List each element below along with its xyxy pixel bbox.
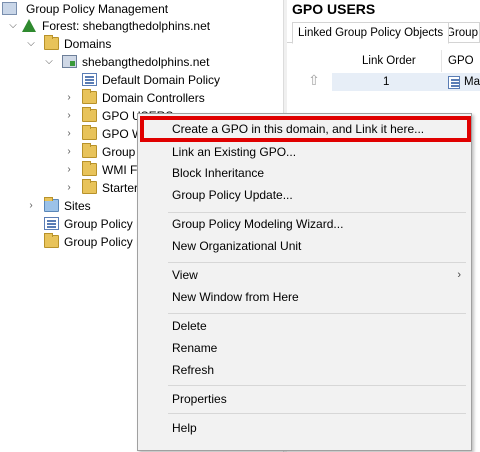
- gpo-icon: [448, 76, 462, 89]
- chevron-right-icon[interactable]: ›: [26, 197, 36, 215]
- menu-item-label: Help: [172, 421, 197, 435]
- chevron-down-icon[interactable]: ⌵: [26, 35, 36, 53]
- highlight-box: [140, 116, 471, 142]
- column-header-link-order[interactable]: Link Order: [332, 50, 442, 72]
- menu-separator: [168, 262, 466, 263]
- menu-separator: [168, 385, 466, 386]
- menu-item-view[interactable]: View ›: [138, 264, 471, 286]
- folder-icon: [82, 179, 97, 194]
- context-menu: Create a GPO in this domain, and Link it…: [137, 113, 472, 451]
- menu-item-label: Group Policy Update...: [172, 188, 293, 202]
- chevron-right-icon[interactable]: ›: [64, 125, 74, 143]
- gpo-icon: [44, 217, 59, 230]
- tree-item-sites[interactable]: › Sites: [0, 197, 137, 215]
- tree-item-domains[interactable]: ⌵ Domains: [0, 35, 283, 53]
- menu-item-label: Block Inheritance: [172, 166, 265, 180]
- tree-item-domain-controllers[interactable]: › Domain Controllers: [0, 89, 283, 107]
- tree-item-forest[interactable]: ⌵ Forest: shebangthedolphins.net: [0, 17, 283, 35]
- menu-item-label: Delete: [172, 319, 207, 333]
- menu-item-label: New Organizational Unit: [172, 239, 302, 253]
- menu-item-label: Link an Existing GPO...: [172, 145, 297, 159]
- gpm-icon: [2, 2, 17, 15]
- tree-label: Starter: [102, 181, 137, 195]
- folder-icon: [82, 143, 97, 158]
- gpo-name-cell: Ma: [464, 76, 480, 88]
- domain-icon: [62, 55, 77, 68]
- folder-icon: [82, 107, 97, 122]
- menu-separator: [168, 313, 466, 314]
- tree-label: Domain Controllers: [102, 91, 205, 105]
- folder-icon: [82, 89, 97, 104]
- tree-item-gpo-w[interactable]: › GPO W: [0, 125, 137, 143]
- chevron-down-icon[interactable]: ⌵: [44, 53, 54, 71]
- tree-item-gpm-root[interactable]: Group Policy Management: [0, 0, 283, 18]
- folder-icon: [44, 35, 59, 50]
- menu-item-help[interactable]: Help: [138, 417, 471, 439]
- sites-icon: [44, 197, 59, 212]
- tree-label: Group Policy M: [64, 217, 137, 231]
- tree-label: WMI F: [102, 163, 137, 177]
- menu-separator: [168, 413, 466, 414]
- page-title: GPO USERS: [292, 1, 376, 17]
- folder-icon: [44, 233, 59, 248]
- menu-item-label: Refresh: [172, 363, 215, 377]
- forest-icon: [22, 19, 36, 32]
- tree-label: GPO W: [102, 127, 137, 141]
- menu-item-new-ou[interactable]: New Organizational Unit: [138, 235, 471, 257]
- tree-item-group-policy-modeling[interactable]: Group Policy M: [0, 215, 137, 233]
- tree-label: Group: [102, 145, 136, 159]
- tree-item-default-domain-policy[interactable]: Default Domain Policy: [0, 71, 283, 89]
- menu-item-block-inheritance[interactable]: Block Inheritance: [138, 162, 471, 184]
- chevron-right-icon[interactable]: ›: [64, 89, 74, 107]
- tree-label: Forest: shebangthedolphins.net: [42, 19, 211, 33]
- chevron-right-icon[interactable]: ›: [64, 143, 74, 161]
- chevron-down-icon[interactable]: ⌵: [8, 17, 18, 35]
- tree-item-group[interactable]: › Group: [0, 143, 137, 161]
- tree-item-domain[interactable]: ⌵ shebangthedolphins.net: [0, 53, 283, 71]
- tree-label: shebangthedolphins.net: [82, 55, 210, 69]
- menu-item-link-existing-gpo[interactable]: Link an Existing GPO...: [138, 141, 471, 163]
- menu-item-delete[interactable]: Delete: [138, 315, 471, 337]
- tree-label: Group Policy Management: [26, 2, 169, 16]
- menu-item-refresh[interactable]: Refresh: [138, 359, 471, 381]
- chevron-right-icon: ›: [457, 269, 461, 281]
- menu-item-new-window[interactable]: New Window from Here: [138, 286, 471, 308]
- folder-icon: [82, 161, 97, 176]
- tree-item-group-policy-results[interactable]: Group Policy R: [0, 233, 137, 251]
- folder-icon: [82, 125, 97, 140]
- move-up-icon[interactable]: ⇧: [304, 72, 324, 92]
- menu-item-label: New Window from Here: [172, 290, 299, 304]
- tree-item-starter[interactable]: › Starter: [0, 179, 137, 197]
- tree-label: Domains: [64, 37, 112, 51]
- menu-item-rename[interactable]: Rename: [138, 337, 471, 359]
- menu-item-label: Group Policy Modeling Wizard...: [172, 217, 344, 231]
- menu-item-label: View: [172, 268, 198, 282]
- menu-item-label: Properties: [172, 392, 227, 406]
- gpo-icon: [82, 73, 97, 86]
- menu-item-modeling-wizard[interactable]: Group Policy Modeling Wizard...: [138, 213, 471, 235]
- tree-label: Group Policy R: [64, 235, 137, 249]
- menu-item-label: Rename: [172, 341, 218, 355]
- tree-label: Sites: [64, 199, 91, 213]
- tree-item-wmi-filters[interactable]: › WMI F: [0, 161, 137, 179]
- tree-label: Default Domain Policy: [102, 73, 221, 87]
- chevron-right-icon[interactable]: ›: [64, 107, 74, 125]
- link-order-cell: 1: [383, 76, 390, 88]
- column-header-gpo[interactable]: GPO: [442, 50, 480, 72]
- chevron-right-icon[interactable]: ›: [64, 161, 74, 179]
- tab-linked-gpos[interactable]: Linked Group Policy Objects: [292, 22, 450, 44]
- chevron-right-icon[interactable]: ›: [64, 179, 74, 197]
- menu-item-group-policy-update[interactable]: Group Policy Update...: [138, 184, 471, 206]
- menu-item-properties[interactable]: Properties: [138, 388, 471, 410]
